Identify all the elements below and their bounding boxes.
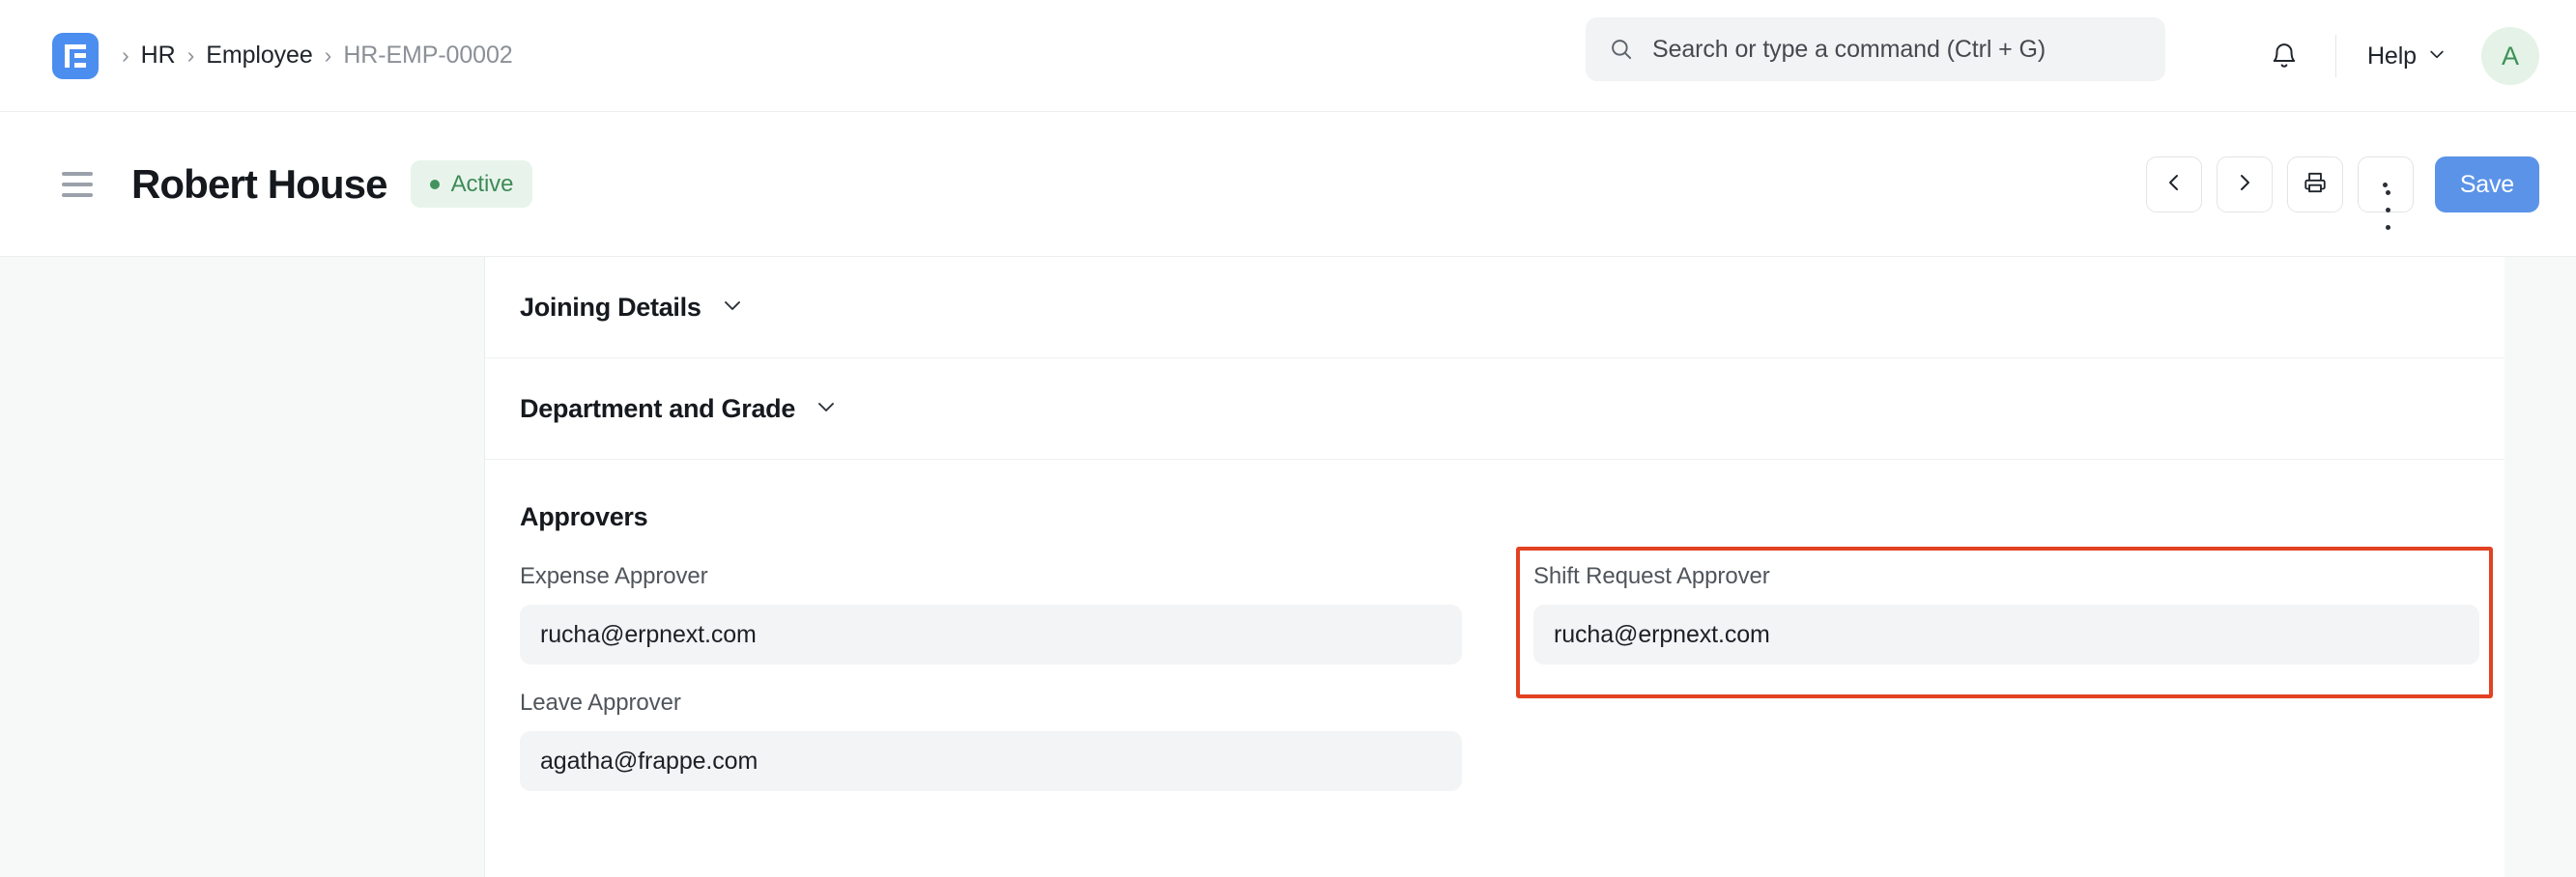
bell-icon[interactable] (2258, 30, 2310, 82)
help-menu[interactable]: Help (2361, 35, 2452, 78)
chevron-down-icon (721, 294, 744, 322)
search-icon (1609, 37, 1634, 62)
search-input[interactable]: Search or type a command (Ctrl + G) (1586, 17, 2165, 81)
expense-approver-label: Expense Approver (520, 563, 1495, 590)
printer-icon (2303, 170, 2328, 200)
status-dot-icon (430, 180, 440, 189)
section-title: Department and Grade (520, 394, 795, 424)
expense-approver-field: Expense Approver (520, 563, 1495, 665)
navbar-divider (2335, 35, 2336, 77)
leave-approver-field: Leave Approver (520, 690, 1495, 791)
chevron-left-icon (2162, 171, 2186, 199)
chevron-down-icon (815, 395, 838, 423)
approvers-columns: Expense Approver Leave Approver Shift Re… (520, 538, 2470, 816)
print-button[interactable] (2287, 156, 2343, 212)
shift-request-approver-input[interactable] (1533, 605, 2479, 665)
section-approvers-header: Approvers (520, 460, 2470, 538)
breadcrumb-separator: › (176, 44, 207, 67)
breadcrumb-separator: › (110, 44, 141, 67)
breadcrumb-item-employee[interactable]: Employee (206, 42, 312, 70)
expense-approver-input[interactable] (520, 605, 1462, 665)
chevron-down-icon (2427, 44, 2447, 69)
leave-approver-input[interactable] (520, 731, 1462, 791)
form-content-card: Joining Details Department and Grade (485, 257, 2504, 877)
chevron-right-icon (2233, 171, 2256, 199)
save-button[interactable]: Save (2435, 156, 2539, 212)
section-title: Joining Details (520, 293, 701, 323)
erpnext-logo-icon[interactable] (52, 33, 99, 79)
section-department-and-grade-header[interactable]: Department and Grade (520, 358, 2470, 459)
breadcrumb-separator: › (313, 44, 344, 67)
section-approvers: Approvers Expense Approver Leave Approve… (485, 460, 2504, 816)
global-search[interactable]: Search or type a command (Ctrl + G) (1586, 17, 2165, 81)
section-joining-details-header[interactable]: Joining Details (520, 257, 2470, 357)
shift-request-approver-field: Shift Request Approver (1530, 563, 2504, 665)
approvers-right-column: Shift Request Approver (1530, 563, 2504, 816)
leave-approver-label: Leave Approver (520, 690, 1495, 717)
section-joining-details: Joining Details (485, 257, 2504, 358)
section-title: Approvers (520, 502, 647, 531)
hamburger-menu-icon[interactable] (60, 166, 95, 203)
approvers-left-column: Expense Approver Leave Approver (520, 563, 1495, 816)
page-title: Robert House (131, 161, 387, 208)
more-actions-button[interactable] (2358, 156, 2414, 212)
status-badge: Active (411, 160, 533, 208)
navbar-left-group: › HR › Employee › HR-EMP-00002 (52, 33, 513, 79)
form-sidebar-panel (0, 257, 485, 877)
breadcrumb-item-current: HR-EMP-00002 (343, 42, 512, 70)
document-titlebar: Robert House Active (0, 112, 2576, 257)
page-background-right (2504, 257, 2576, 877)
search-placeholder: Search or type a command (Ctrl + G) (1652, 36, 2046, 64)
status-badge-label: Active (451, 171, 514, 198)
help-label: Help (2367, 42, 2417, 71)
breadcrumb: › HR › Employee › HR-EMP-00002 (110, 42, 513, 70)
avatar[interactable]: A (2481, 27, 2539, 85)
titlebar-left-group: Robert House Active (60, 160, 532, 208)
section-department-and-grade: Department and Grade (485, 358, 2504, 460)
navbar-right-group: Help A (2258, 0, 2539, 112)
ellipsis-icon (2383, 183, 2388, 187)
previous-document-button[interactable] (2146, 156, 2202, 212)
shift-request-approver-label: Shift Request Approver (1533, 563, 2504, 590)
top-navbar: › HR › Employee › HR-EMP-00002 Search or… (0, 0, 2576, 112)
document-actions: Save (2146, 112, 2539, 257)
next-document-button[interactable] (2217, 156, 2273, 212)
breadcrumb-item-hr[interactable]: HR (141, 42, 176, 70)
page-body: Joining Details Department and Grade (0, 257, 2576, 877)
